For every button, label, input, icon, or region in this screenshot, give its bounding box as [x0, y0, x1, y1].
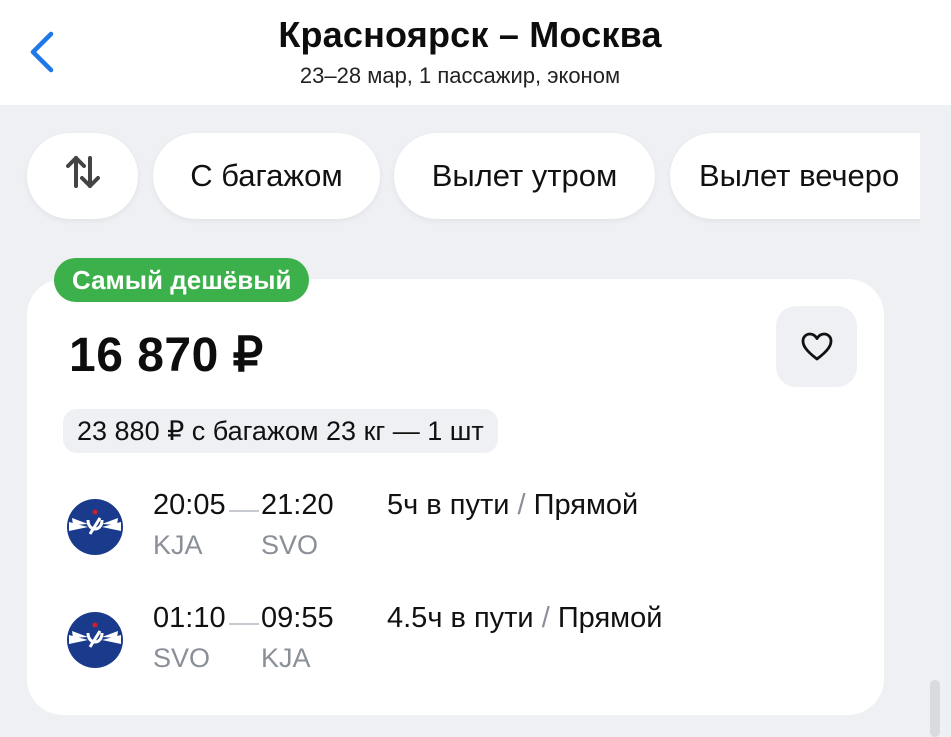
- top-bar: Красноярск – Москва 23–28 мар, 1 пассажи…: [0, 0, 951, 105]
- sort-icon: [63, 152, 103, 200]
- departure-airport-code: SVO: [153, 643, 211, 673]
- filter-chip-morning-departure[interactable]: Вылет утром: [394, 133, 655, 219]
- aeroflot-logo-icon: [67, 499, 123, 555]
- flight-segment-return: 01:10 09:55 SVO KJA 4.5ч в пути / Прямой: [27, 599, 884, 689]
- offer-price: 16 870 ₽: [69, 329, 264, 382]
- departure-airport-code: KJA: [153, 530, 203, 560]
- favorite-button[interactable]: [776, 306, 857, 387]
- flight-info: 5ч в пути / Прямой: [387, 489, 638, 522]
- flight-info: 4.5ч в пути / Прямой: [387, 602, 662, 635]
- arrival-time: 09:55: [261, 602, 334, 634]
- arrival-airport-code: SVO: [261, 530, 319, 560]
- filter-chip-evening-departure[interactable]: Вылет вечеро: [670, 133, 920, 219]
- flight-offer-card[interactable]: 16 870 ₽ 23 880 ₽ с багажом 23 кг — 1 шт…: [27, 279, 884, 715]
- arrival-time: 21:20: [261, 489, 334, 521]
- search-summary: 23–28 мар, 1 пассажир, эконом: [299, 63, 621, 88]
- flight-duration: 5ч в пути: [387, 489, 510, 521]
- filter-bar: С багажом Вылет утром Вылет вечеро: [0, 105, 920, 240]
- heart-icon: [801, 332, 832, 360]
- info-separator: /: [541, 602, 550, 634]
- flight-type: Прямой: [533, 489, 639, 521]
- filter-chip-baggage[interactable]: С багажом: [153, 133, 380, 219]
- sort-button[interactable]: [27, 133, 138, 219]
- arrival-airport-code: KJA: [261, 643, 311, 673]
- time-separator: [229, 623, 259, 625]
- baggage-price-option[interactable]: 23 880 ₽ с багажом 23 кг — 1 шт: [63, 409, 498, 453]
- flight-segment-outbound: 20:05 21:20 KJA SVO 5ч в пути / Прямой: [27, 486, 884, 576]
- time-separator: [229, 510, 259, 512]
- page-title: Красноярск – Москва: [278, 14, 662, 55]
- aeroflot-logo-icon: [67, 612, 123, 668]
- info-separator: /: [517, 489, 526, 521]
- departure-time: 01:10: [153, 602, 226, 634]
- departure-time: 20:05: [153, 489, 226, 521]
- cheapest-badge: Самый дешёвый: [54, 258, 310, 302]
- flight-duration: 4.5ч в пути: [387, 602, 534, 634]
- flight-type: Прямой: [557, 602, 663, 634]
- scrollbar[interactable]: [930, 680, 940, 737]
